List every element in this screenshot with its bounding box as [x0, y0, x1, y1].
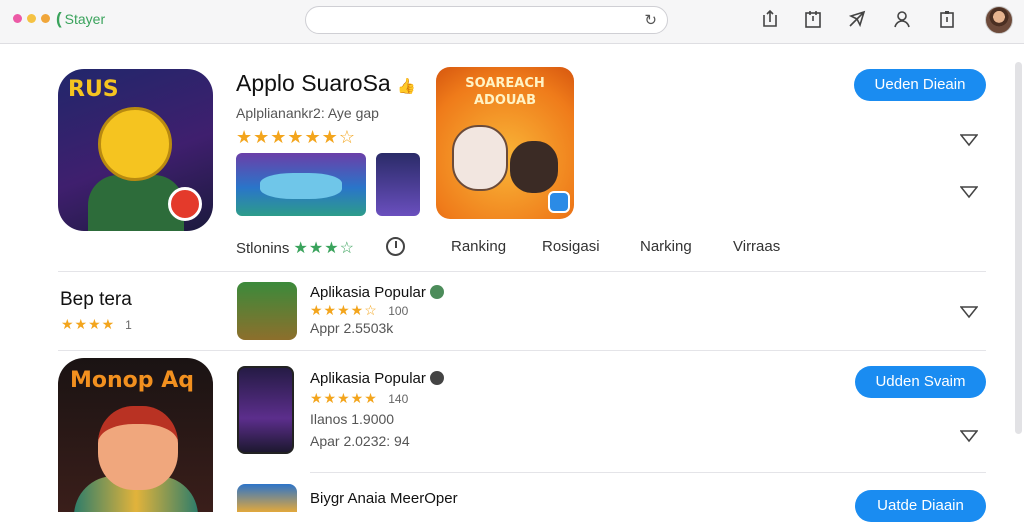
hero-get-button[interactable]: Ueden Dieain [854, 69, 986, 101]
browser-toolbar: (Stayer ↻ [0, 0, 1024, 44]
verified-icon [429, 371, 444, 385]
list-item-title[interactable]: Aplikasia Popular [310, 284, 444, 301]
section-count: 1 [125, 318, 132, 332]
get-button[interactable]: Uatde Diaain [855, 490, 986, 522]
reload-icon[interactable]: ↻ [644, 11, 657, 29]
list-item-rating: ★★★★☆ 100 [310, 302, 408, 320]
stat-rosigasi[interactable]: Rosigasi [542, 238, 600, 255]
hero-app-icon[interactable]: RUS [58, 69, 213, 231]
address-search-bar[interactable]: ↻ [305, 6, 668, 34]
app-icon[interactable] [237, 484, 297, 512]
close-window-button[interactable] [13, 14, 22, 23]
app-title: Applo SuaroSa 👍 [236, 70, 416, 97]
divider [310, 472, 986, 473]
chevron-down-icon[interactable] [960, 185, 978, 199]
chevron-down-icon[interactable] [960, 305, 978, 319]
feature-banner[interactable]: SOAREACH ADOUAB [436, 67, 574, 219]
zoom-window-button[interactable] [41, 14, 50, 23]
send-icon[interactable] [846, 8, 868, 30]
stat-ranking[interactable]: Ranking [451, 238, 506, 255]
dog-character [510, 141, 558, 193]
account-icon[interactable] [891, 8, 913, 30]
app-badge-icon [168, 187, 202, 221]
pet-character [452, 125, 508, 191]
stat-ratings[interactable]: Stlonins ★★★☆ [236, 238, 355, 258]
featured-icon-text: Monop Aq [70, 368, 194, 393]
app-icon[interactable] [237, 366, 294, 454]
share-icon[interactable] [759, 8, 781, 30]
list-item-meta: Apar 2.0232: 94 [310, 433, 410, 449]
app-brand: (Stayer [56, 9, 105, 29]
app-title-text: Applo SuaroSa [236, 70, 391, 96]
clipboard-icon[interactable] [936, 8, 958, 30]
thumbs-up-icon: 👍 [397, 78, 416, 95]
app-subtitle: Aplplianankr2: Aye gap [236, 105, 379, 121]
calendar-icon[interactable] [802, 8, 824, 30]
screenshot-thumbnail-small[interactable] [376, 153, 420, 216]
scrollbar[interactable] [1015, 62, 1022, 434]
rating-stars: ★★★★★ [310, 390, 378, 406]
feature-badge-icon [548, 191, 570, 213]
app-icon[interactable] [237, 282, 297, 340]
rating-count: 100 [388, 304, 409, 318]
avatar[interactable] [985, 6, 1013, 34]
rating-stars: ★★★★★★☆ [236, 127, 356, 147]
minimize-window-button[interactable] [27, 14, 36, 23]
app-name: Aplikasia Popular [310, 284, 426, 301]
brand-name: Stayer [64, 11, 106, 27]
chevron-down-icon[interactable] [960, 429, 978, 443]
divider [58, 271, 986, 272]
feature-banner-text: SOAREACH ADOUAB [465, 76, 545, 108]
list-item-title[interactable]: Biygr Anaia MeerOper [310, 490, 458, 507]
rating-stars: ★★★★☆ [310, 302, 378, 318]
app-name: Aplikasia Popular [310, 370, 426, 387]
character-face [98, 107, 172, 181]
section-stars: ★★★★ [61, 316, 116, 332]
section-rating: ★★★★ 1 [61, 316, 132, 333]
screenshot-thumbnail[interactable] [236, 153, 366, 216]
stat-label: Stlonins [236, 240, 290, 257]
brand-logo-icon: ( [56, 9, 62, 28]
list-item-meta: Ilanos 1.9000 [310, 411, 395, 427]
rating-count: 140 [388, 392, 409, 406]
character-face [98, 406, 178, 490]
hero-icon-text: RUS [68, 77, 119, 102]
clock-icon [386, 237, 405, 256]
chevron-down-icon[interactable] [960, 133, 978, 147]
stat-stars: ★★★☆ [293, 240, 355, 257]
verified-icon [429, 285, 444, 299]
list-item-meta: Appr 2.5503k [310, 320, 394, 336]
get-button[interactable]: Udden Svaim [855, 366, 986, 398]
list-item-rating: ★★★★★ 140 [310, 390, 408, 408]
section-title: Bep tera [60, 289, 132, 310]
divider [58, 350, 986, 351]
featured-app-icon[interactable]: Monop Aq [58, 358, 213, 512]
stat-virraas[interactable]: Virraas [733, 238, 780, 255]
list-item-title[interactable]: Aplikasia Popular [310, 370, 444, 387]
stat-narking[interactable]: Narking [640, 238, 692, 255]
